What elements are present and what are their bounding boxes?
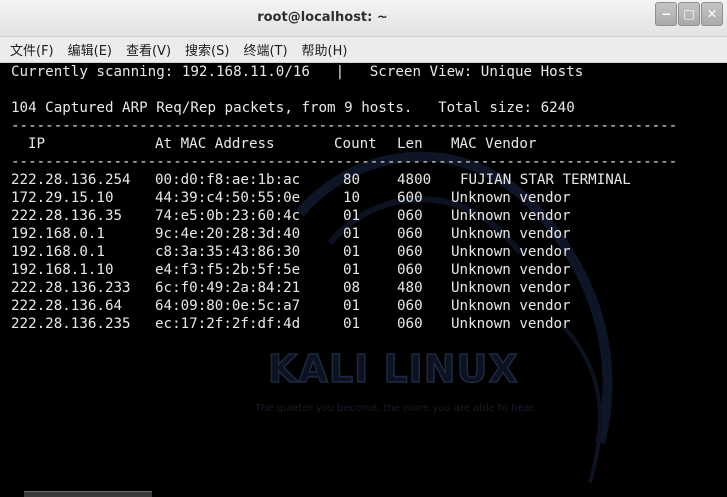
close-button[interactable]: ✕ <box>701 2 723 26</box>
cell-vendor: Unknown vendor <box>451 244 571 260</box>
menu-terminal[interactable]: 终端(T) <box>243 40 287 59</box>
header-mac: At MAC Address <box>155 136 275 152</box>
cell-ip: 192.168.0.1 <box>11 244 105 260</box>
table-header: IP At MAC Address Count Len MAC Vendor <box>11 135 721 153</box>
cell-mac: 6c:f0:49:2a:84:21 <box>155 280 301 296</box>
kali-tagline: The quieter you become, the more you are… <box>255 403 537 414</box>
cell-mac: ec:17:2f:2f:df:4d <box>155 316 301 332</box>
window-titlebar[interactable]: root@localhost: ~ − □ ✕ <box>0 0 727 37</box>
menu-bar: 文件(F) 编辑(E) 查看(V) 搜索(S) 终端(T) 帮助(H) <box>0 37 727 63</box>
table-row: 192.168.0.1 c8:3a:35:43:86:30 01 060 Unknown… <box>11 243 721 261</box>
cell-vendor: Unknown vendor <box>451 280 571 296</box>
window-title: root@localhost: ~ <box>257 10 388 25</box>
cell-len: 4800 <box>397 172 432 188</box>
divider-top: ----------------------------------------… <box>11 118 678 134</box>
cell-vendor: FUJIAN STAR TERMINAL <box>460 172 631 188</box>
cell-vendor: Unknown vendor <box>451 298 571 314</box>
maximize-button[interactable]: □ <box>678 2 700 26</box>
cell-count: 01 <box>343 226 361 242</box>
cell-len: 480 <box>397 280 423 296</box>
menu-file[interactable]: 文件(F) <box>10 40 54 59</box>
cell-mac: 74:e5:0b:23:60:4c <box>155 208 301 224</box>
table-row: 192.168.1.10 e4:f3:f5:2b:5f:5e 01 060 Unknow… <box>11 261 721 279</box>
table-row: 192.168.0.1 9c:4e:20:28:3d:40 01 060 Unknown… <box>11 225 721 243</box>
cell-len: 060 <box>397 208 423 224</box>
cell-count: 10 <box>343 190 361 206</box>
table-row: 222.28.136.233 6c:f0:49:2a:84:21 08 480 Unkn… <box>11 279 721 297</box>
cell-len: 060 <box>397 226 423 242</box>
minimize-button[interactable]: − <box>655 2 677 26</box>
scrollbar-tab[interactable] <box>24 491 152 497</box>
cell-len: 060 <box>397 298 423 314</box>
header-vendor: MAC Vendor <box>451 136 537 152</box>
cell-mac: e4:f3:f5:2b:5f:5e <box>155 262 301 278</box>
cell-vendor: Unknown vendor <box>451 226 571 242</box>
cell-count: 01 <box>343 316 361 332</box>
cell-count: 01 <box>343 298 361 314</box>
table-row: 222.28.136.35 74:e5:0b:23:60:4c 01 060 Unkno… <box>11 207 721 225</box>
cell-ip: 192.168.1.10 <box>11 262 114 278</box>
header-count: Count <box>334 136 377 152</box>
cell-count: 80 <box>343 172 361 188</box>
cell-count: 08 <box>343 280 361 296</box>
cell-mac: 00:d0:f8:ae:1b:ac <box>155 172 301 188</box>
cell-len: 060 <box>397 316 423 332</box>
divider-bottom: ----------------------------------------… <box>11 154 678 170</box>
cell-count: 01 <box>343 208 361 224</box>
host-table: 222.28.136.254 00:d0:f8:ae:1b:ac 80 4800 FUJ… <box>11 171 721 333</box>
terminal-output: Currently scanning: 192.168.11.0/16 | Sc… <box>11 63 721 333</box>
menu-view[interactable]: 查看(V) <box>126 40 171 59</box>
cell-count: 01 <box>343 262 361 278</box>
table-row: 222.28.136.64 64:09:80:0e:5c:a7 01 060 Unkno… <box>11 297 721 315</box>
cell-mac: 44:39:c4:50:55:0e <box>155 190 301 206</box>
cell-ip: 172.29.15.10 <box>11 190 114 206</box>
cell-mac: c8:3a:35:43:86:30 <box>155 244 301 260</box>
cell-ip: 222.28.136.254 <box>11 172 131 188</box>
menu-edit[interactable]: 编辑(E) <box>68 40 112 59</box>
cell-ip: 192.168.0.1 <box>11 226 105 242</box>
kali-logo-text: KALI LINUX <box>267 346 519 392</box>
cell-ip: 222.28.136.64 <box>11 298 123 314</box>
cell-vendor: Unknown vendor <box>451 208 571 224</box>
cell-count: 01 <box>343 244 361 260</box>
table-row: 172.29.15.10 44:39:c4:50:55:0e 10 600 Unknow… <box>11 189 721 207</box>
cell-mac: 64:09:80:0e:5c:a7 <box>155 298 301 314</box>
cell-vendor: Unknown vendor <box>451 190 571 206</box>
menu-search[interactable]: 搜索(S) <box>185 40 229 59</box>
cell-len: 060 <box>397 244 423 260</box>
table-row: 222.28.136.254 00:d0:f8:ae:1b:ac 80 4800 FUJ… <box>11 171 721 189</box>
status-line: Currently scanning: 192.168.11.0/16 | Sc… <box>11 64 584 80</box>
menu-help[interactable]: 帮助(H) <box>302 40 348 59</box>
cell-len: 600 <box>397 190 423 206</box>
table-row: 222.28.136.235 ec:17:2f:2f:df:4d 01 060 Unkn… <box>11 315 721 333</box>
terminal-area[interactable]: KALI LINUX The quieter you become, the m… <box>0 63 727 496</box>
cell-ip: 222.28.136.235 <box>11 316 131 332</box>
cell-vendor: Unknown vendor <box>451 316 571 332</box>
header-ip: IP <box>28 136 46 152</box>
window-controls: − □ ✕ <box>654 2 723 26</box>
cell-len: 060 <box>397 262 423 278</box>
header-len: Len <box>397 136 423 152</box>
cell-ip: 222.28.136.35 <box>11 208 123 224</box>
cell-mac: 9c:4e:20:28:3d:40 <box>155 226 301 242</box>
cell-vendor: Unknown vendor <box>451 262 571 278</box>
cell-ip: 222.28.136.233 <box>11 280 131 296</box>
summary-line: 104 Captured ARP Req/Rep packets, from 9… <box>11 100 575 116</box>
